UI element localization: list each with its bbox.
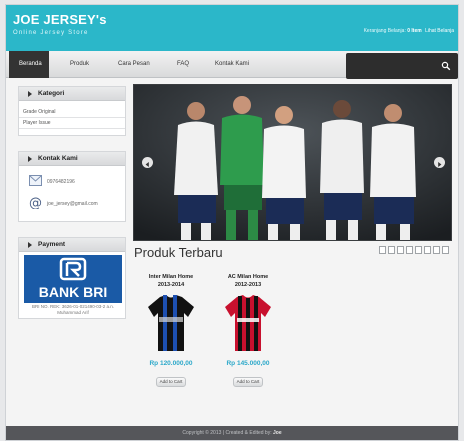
pager-dot[interactable] bbox=[424, 246, 431, 254]
copyright-text: Copyright © 2013 | Created & Edited by: bbox=[182, 430, 272, 436]
footer-author: Joe bbox=[272, 430, 282, 436]
payment-title: Payment bbox=[38, 241, 66, 248]
product-name-line1: Inter Milan Home bbox=[148, 274, 194, 280]
payment-box: Payment BANK BRI BRI NO. REK: 3626-01-02… bbox=[18, 237, 126, 319]
nav-item-produk[interactable]: Produk bbox=[70, 61, 89, 67]
kategori-item-player-issue[interactable]: Player Issue bbox=[19, 118, 125, 129]
pager-dot[interactable] bbox=[442, 246, 449, 254]
site-footer: Copyright © 2013 | Created & Edited by: … bbox=[6, 426, 458, 440]
page: JOE JERSEY's Online Jersey Store Keranja… bbox=[5, 4, 459, 441]
email-address[interactable]: joe_jersey@gmail.com bbox=[47, 201, 98, 207]
kategori-item-grade-original[interactable]: Grade Original bbox=[19, 107, 125, 118]
hero-slider bbox=[133, 84, 452, 241]
mail-icon bbox=[29, 175, 42, 186]
kontak-header: Kontak Kami bbox=[19, 152, 125, 166]
search-input[interactable] bbox=[352, 60, 432, 72]
add-to-cart-button[interactable]: Add to Cart bbox=[156, 377, 186, 387]
pager-dot[interactable] bbox=[397, 246, 404, 254]
nav-item-cara-pesan[interactable]: Cara Pesan bbox=[118, 61, 150, 67]
product-name-line2: 2013-2014 bbox=[157, 282, 185, 288]
kontak-title: Kontak Kami bbox=[38, 155, 78, 162]
product-price: Rp 145.000,00 bbox=[226, 360, 270, 367]
cart-info: Keranjang Belanja: 0 Item Lihat Belanja bbox=[364, 28, 454, 34]
nav-label: Beranda bbox=[19, 61, 42, 67]
svg-text:@: @ bbox=[29, 196, 42, 209]
pager-dot[interactable] bbox=[433, 246, 440, 254]
triangle-right-icon bbox=[28, 242, 32, 248]
chevron-left-icon bbox=[145, 162, 149, 167]
cart-count: 0 Item bbox=[407, 28, 422, 34]
produk-section-title: Produk Terbaru bbox=[134, 245, 223, 260]
kategori-box: Kategori Grade Original Player Issue bbox=[18, 86, 126, 136]
product-name[interactable]: AC Milan Home 2012-2013 bbox=[215, 273, 281, 289]
product-card: AC Milan Home 2012-2013 Rp 145.000,00 Ad… bbox=[215, 273, 281, 393]
site-tagline: Online Jersey Store bbox=[13, 30, 89, 36]
payment-header: Payment bbox=[19, 238, 125, 252]
product-price: Rp 120.000,00 bbox=[149, 360, 193, 367]
product-name-line2: 2012-2013 bbox=[234, 282, 262, 288]
phone-number: 0976482196 bbox=[47, 179, 75, 185]
bank-account-info: BRI NO. REK: 3626-01-021490-03-2 a.n. Mu… bbox=[31, 304, 115, 315]
site-title[interactable]: JOE JERSEY's bbox=[13, 12, 107, 27]
hero-banner-image bbox=[134, 85, 451, 240]
email-row: @ joe_jersey@gmail.com bbox=[19, 193, 125, 215]
kontak-box: Kontak Kami 0976482196 @ joe_jersey@gmai… bbox=[18, 151, 126, 222]
nav-item-faq[interactable]: FAQ bbox=[177, 61, 189, 67]
phone-row: 0976482196 bbox=[19, 171, 125, 193]
pager-dot[interactable] bbox=[379, 246, 386, 254]
pager-dot[interactable] bbox=[406, 246, 413, 254]
kategori-header: Kategori bbox=[19, 87, 125, 101]
inter-milan-jersey-image[interactable] bbox=[146, 293, 196, 353]
nav-item-beranda[interactable]: Beranda bbox=[9, 51, 49, 78]
search-icon[interactable] bbox=[440, 60, 452, 72]
add-to-cart-button[interactable]: Add to Cart bbox=[233, 377, 263, 387]
pager-dot[interactable] bbox=[415, 246, 422, 254]
slider-next-button[interactable] bbox=[434, 157, 445, 168]
product-pager bbox=[379, 246, 455, 256]
triangle-right-icon bbox=[28, 91, 32, 97]
nav-item-kontak-kami[interactable]: Kontak Kami bbox=[215, 61, 249, 67]
svg-text:BANK BRI: BANK BRI bbox=[39, 284, 107, 300]
product-name-line1: AC Milan Home bbox=[227, 274, 269, 280]
triangle-right-icon bbox=[28, 156, 32, 162]
slider-prev-button[interactable] bbox=[142, 157, 153, 168]
search-box bbox=[346, 53, 458, 79]
site-header: JOE JERSEY's Online Jersey Store Keranja… bbox=[6, 5, 458, 51]
footer-text: Copyright © 2013 | Created & Edited by: … bbox=[6, 430, 458, 436]
view-cart-link[interactable]: Lihat Belanja bbox=[425, 28, 454, 34]
cart-label: Keranjang Belanja: bbox=[363, 28, 406, 34]
chevron-right-icon bbox=[438, 162, 442, 167]
product-card: Inter Milan Home 2013-2014 Rp 120.000,00… bbox=[138, 273, 204, 393]
at-sign-icon: @ bbox=[29, 196, 42, 209]
product-name[interactable]: Inter Milan Home 2013-2014 bbox=[138, 273, 204, 289]
pager-dot[interactable] bbox=[388, 246, 395, 254]
kategori-title: Kategori bbox=[38, 90, 65, 97]
bank-bri-logo: BANK BRI bbox=[24, 255, 122, 303]
ac-milan-jersey-image[interactable] bbox=[223, 293, 273, 353]
